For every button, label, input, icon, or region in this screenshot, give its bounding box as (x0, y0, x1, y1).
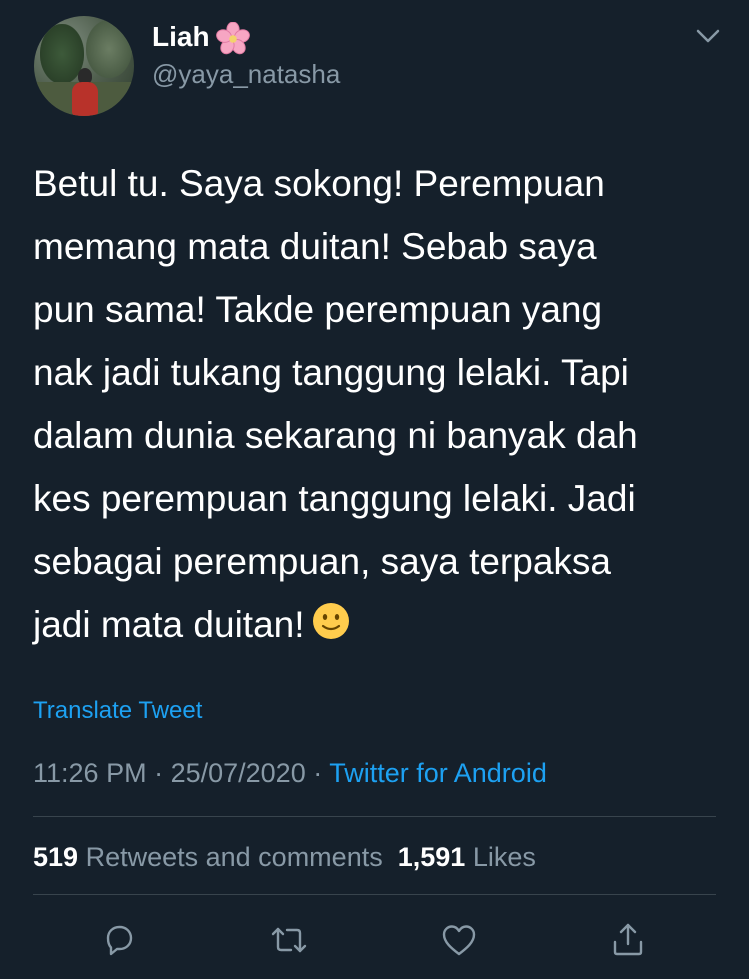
avatar[interactable] (34, 16, 134, 116)
translate-tweet-link[interactable]: Translate Tweet (33, 696, 202, 726)
avatar-person-body (72, 82, 98, 116)
likes-count: 1,591 (397, 842, 466, 872)
likes-label: Likes (472, 842, 536, 872)
meta-separator: · (305, 758, 330, 788)
tweet-date[interactable]: 25/07/2020 (171, 758, 306, 788)
retweets-stat[interactable]: 519 Retweets and comments (33, 842, 383, 872)
divider (33, 894, 716, 895)
retweets-label: Retweets and comments (85, 842, 383, 872)
cherry-blossom-icon (215, 21, 250, 54)
like-button[interactable] (437, 918, 481, 962)
tweet-meta: 11:26 PM · 25/07/2020 · Twitter for Andr… (33, 756, 547, 790)
tweet-text: Betul tu. Saya sokong! Perempuan memang … (33, 163, 638, 645)
retweets-count: 519 (33, 842, 79, 872)
user-handle[interactable]: @yaya_natasha (152, 58, 340, 90)
display-name-text: Liah (152, 21, 210, 52)
chevron-down-icon[interactable] (694, 24, 722, 48)
like-icon (442, 925, 476, 956)
tweet-body: Betul tu. Saya sokong! Perempuan memang … (33, 152, 723, 656)
divider (33, 816, 716, 817)
display-name[interactable]: Liah (152, 20, 250, 56)
tweet-actions (0, 918, 749, 962)
share-icon (613, 923, 643, 956)
reply-button[interactable] (97, 918, 141, 962)
likes-stat[interactable]: 1,591 Likes (398, 842, 536, 872)
meta-separator: · (146, 758, 171, 788)
reply-icon (106, 925, 133, 956)
tweet-source-link[interactable]: Twitter for Android (329, 758, 547, 788)
tweet-stats: 519 Retweets and comments 1,591 Likes (33, 840, 536, 874)
share-button[interactable] (606, 918, 650, 962)
retweet-icon (271, 927, 307, 953)
retweet-button[interactable] (267, 918, 311, 962)
slightly-smiling-face-icon (312, 603, 349, 639)
tweet-time[interactable]: 11:26 PM (33, 758, 147, 788)
avatar-tree (86, 20, 132, 78)
